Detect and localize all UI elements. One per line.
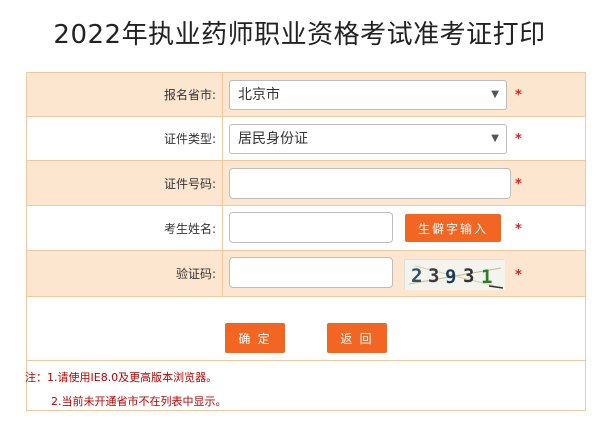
id-type-label: 证件类型: bbox=[27, 117, 223, 160]
id-number-row: 证件号码: * bbox=[27, 161, 585, 206]
captcha-image[interactable]: 2 3 9 3 1 bbox=[404, 259, 505, 290]
chevron-down-icon: ▼ bbox=[491, 89, 499, 100]
id-type-selected-value: 居民身份证 bbox=[238, 131, 308, 147]
name-input[interactable] bbox=[229, 212, 393, 243]
confirm-button[interactable]: 确 定 bbox=[225, 323, 285, 353]
note-line-2: 2.当前未开通省市不在列表中显示。 bbox=[51, 395, 227, 408]
required-mark: * bbox=[515, 177, 522, 192]
chevron-down-icon: ▼ bbox=[491, 133, 499, 144]
svg-text:3: 3 bbox=[463, 265, 474, 287]
required-mark: * bbox=[515, 88, 522, 103]
province-select[interactable]: 北京市 ▼ bbox=[229, 80, 507, 110]
id-type-row: 证件类型: 居民身份证 ▼ * bbox=[27, 117, 585, 161]
required-mark: * bbox=[515, 132, 522, 147]
action-row: 确 定 返 回 bbox=[27, 297, 585, 361]
captcha-input[interactable] bbox=[229, 257, 393, 288]
province-selected-value: 北京市 bbox=[238, 87, 280, 103]
svg-text:9: 9 bbox=[445, 266, 456, 288]
id-type-select[interactable]: 居民身份证 ▼ bbox=[229, 124, 507, 154]
province-label: 报名省市: bbox=[27, 73, 223, 116]
required-mark: * bbox=[515, 268, 522, 283]
svg-text:3: 3 bbox=[428, 265, 439, 287]
exam-ticket-form: 报名省市: 北京市 ▼ * 证件类型: 居民身份证 ▼ * 证件号码: * 考生… bbox=[25, 72, 586, 411]
svg-text:2: 2 bbox=[411, 265, 422, 287]
page-title: 2022年执业药师职业资格考试准考证打印 bbox=[53, 20, 546, 50]
captcha-label: 验证码: bbox=[27, 251, 223, 296]
id-number-label: 证件号码: bbox=[27, 161, 223, 205]
province-row: 报名省市: 北京市 ▼ * bbox=[27, 73, 585, 117]
name-row: 考生姓名: 生僻字输入 * bbox=[27, 206, 585, 251]
id-number-input[interactable] bbox=[229, 168, 511, 199]
required-mark: * bbox=[515, 222, 522, 237]
captcha-row: 验证码: 2 3 9 3 1 * bbox=[27, 251, 585, 297]
name-label: 考生姓名: bbox=[27, 206, 223, 250]
svg-text:1: 1 bbox=[481, 266, 492, 288]
note-line-1: 注：1.请使用IE8.0及更高版本浏览器。 bbox=[25, 371, 218, 384]
rare-char-input-button[interactable]: 生僻字输入 bbox=[405, 214, 501, 242]
back-button[interactable]: 返 回 bbox=[327, 323, 387, 353]
